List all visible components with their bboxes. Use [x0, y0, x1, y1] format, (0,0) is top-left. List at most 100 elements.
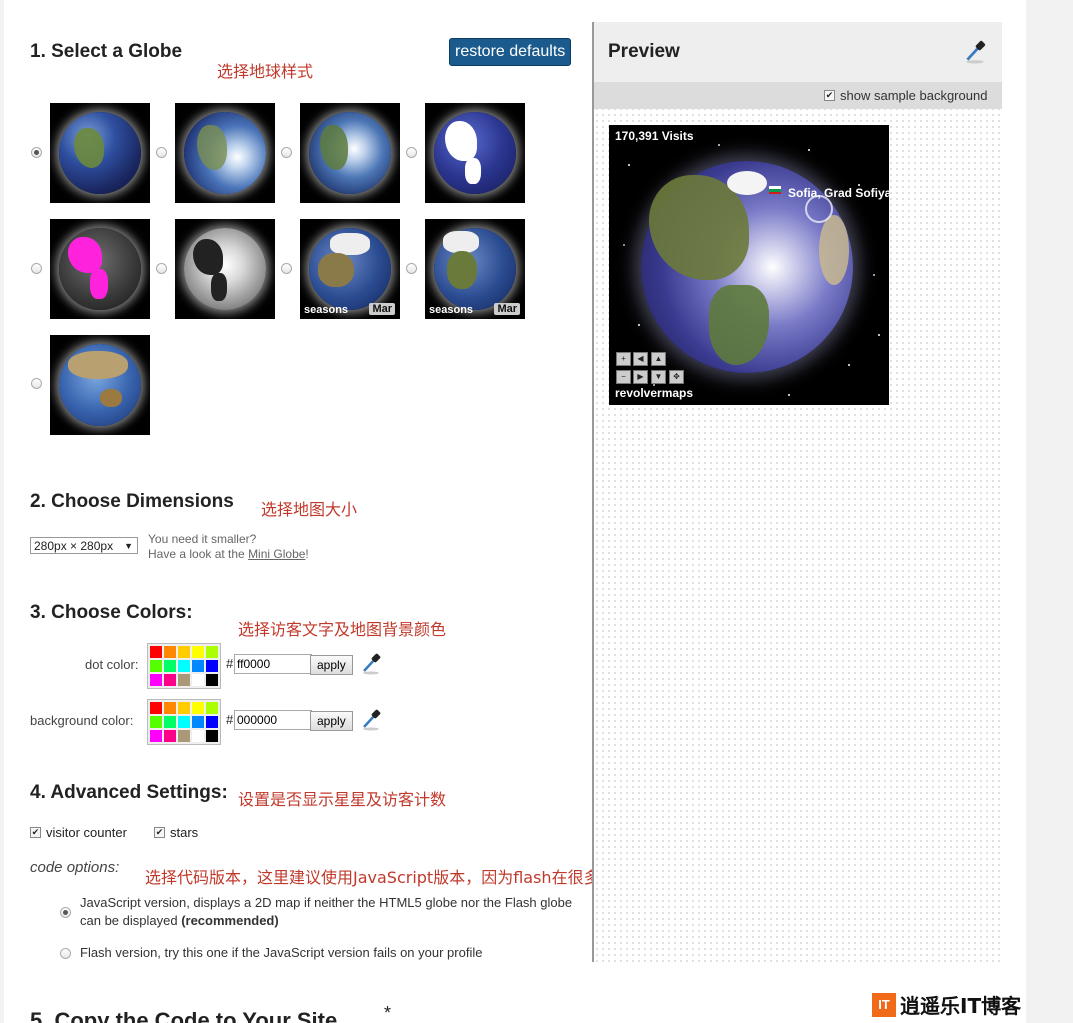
continent-shape	[318, 253, 354, 287]
blog-logo-icon: IT	[872, 992, 896, 1017]
globe-preview-map[interactable]: 170,391 Visits Sofia, Grad Sofiya + ◀ ▲ …	[609, 125, 889, 405]
color-swatch[interactable]	[178, 660, 190, 672]
color-swatch[interactable]	[150, 716, 162, 728]
globe-thumb-earth-asia[interactable]	[50, 335, 150, 435]
color-swatch[interactable]	[178, 730, 190, 742]
globe-radio-8[interactable]	[406, 263, 417, 274]
zoom-out-button[interactable]: −	[616, 370, 631, 384]
color-swatch[interactable]	[164, 716, 176, 728]
mini-globe-link[interactable]: Mini Globe	[248, 547, 305, 561]
globe-thumb-earth-white-land[interactable]	[425, 103, 525, 203]
city-label: Sofia, Grad Sofiya	[788, 186, 889, 200]
visit-counter: 170,391 Visits	[615, 129, 694, 143]
color-swatch[interactable]	[178, 646, 190, 658]
stars-checkbox[interactable]: ✔	[154, 827, 165, 838]
globe-thumb-magenta[interactable]	[50, 219, 150, 319]
background-color-palette[interactable]	[147, 699, 221, 745]
globe-thumb-seasons-2[interactable]: seasons Mar	[425, 219, 525, 319]
color-swatch[interactable]	[164, 730, 176, 742]
continent-shape	[211, 273, 227, 301]
eyedropper-icon[interactable]	[962, 38, 988, 64]
color-swatch[interactable]	[192, 716, 204, 728]
globe-radio-1[interactable]	[31, 147, 42, 158]
globe-radio-4[interactable]	[406, 147, 417, 158]
globe-thumb-earth-lit[interactable]	[175, 103, 275, 203]
color-swatch[interactable]	[164, 674, 176, 686]
recenter-button[interactable]: ✥	[669, 370, 684, 384]
color-swatch[interactable]	[150, 702, 162, 714]
show-background-checkbox[interactable]: ✔	[824, 90, 835, 101]
color-swatch[interactable]	[164, 646, 176, 658]
color-swatch[interactable]	[206, 716, 218, 728]
flash-version-option[interactable]: Flash version, try this one if the JavaS…	[80, 945, 482, 960]
section2-title: 2. Choose Dimensions	[30, 491, 234, 512]
continent-shape	[100, 389, 122, 407]
color-swatch[interactable]	[192, 660, 204, 672]
continent-shape	[330, 233, 370, 255]
color-swatch[interactable]	[178, 702, 190, 714]
globe-radio-6[interactable]	[156, 263, 167, 274]
dimension-select-value: 280px × 280px	[34, 539, 114, 553]
continent-africa	[819, 215, 849, 285]
color-swatch[interactable]	[192, 646, 204, 658]
globe-radio-7[interactable]	[281, 263, 292, 274]
globe-thumb-silver[interactable]	[175, 219, 275, 319]
color-swatch[interactable]	[206, 674, 218, 686]
background-apply-button[interactable]: apply	[310, 711, 353, 731]
globe-radio-5[interactable]	[31, 263, 42, 274]
show-background-label: show sample background	[840, 88, 988, 103]
color-swatch[interactable]	[150, 660, 162, 672]
pan-right-button[interactable]: ▶	[633, 370, 648, 384]
recommended-label: (recommended)	[181, 913, 279, 928]
pan-down-button[interactable]: ▼	[651, 370, 666, 384]
pan-left-button[interactable]: ◀	[633, 352, 648, 366]
color-swatch[interactable]	[192, 730, 204, 742]
color-swatch[interactable]	[206, 646, 218, 658]
eyedropper-icon[interactable]	[359, 651, 383, 675]
continent-greenland	[727, 171, 767, 195]
code-options-label: code options:	[30, 859, 120, 876]
section5-title: 5. Copy the Code to Your Site	[30, 1008, 338, 1023]
globe-radio-2[interactable]	[156, 147, 167, 158]
globe-radio-9[interactable]	[31, 378, 42, 389]
section1-annotation: 选择地球样式	[217, 62, 314, 81]
eyedropper-icon[interactable]	[359, 707, 383, 731]
color-swatch[interactable]	[150, 730, 162, 742]
watermark-text: 逍遥乐IT博客	[900, 994, 1022, 1018]
globe-thumb-seasons-1[interactable]: seasons Mar	[300, 219, 400, 319]
color-swatch[interactable]	[164, 702, 176, 714]
section5-asterisk: *	[384, 1003, 392, 1023]
color-swatch[interactable]	[206, 730, 218, 742]
bulgaria-flag-icon	[769, 186, 781, 194]
color-swatch[interactable]	[192, 674, 204, 686]
globe-radio-3[interactable]	[281, 147, 292, 158]
color-swatch[interactable]	[150, 674, 162, 686]
flash-version-radio[interactable]	[60, 948, 71, 959]
background-color-label: background color:	[30, 713, 134, 728]
color-swatch[interactable]	[150, 646, 162, 658]
pan-up-button[interactable]: ▲	[651, 352, 666, 366]
color-swatch[interactable]	[178, 716, 190, 728]
month-badge: Mar	[369, 303, 395, 315]
preview-header: Preview	[594, 22, 1002, 82]
js-version-radio[interactable]	[60, 907, 71, 918]
section1-title: 1. Select a Globe	[30, 41, 183, 62]
dot-color-palette[interactable]	[147, 643, 221, 689]
dot-hash: #	[226, 656, 234, 671]
dot-apply-button[interactable]: apply	[310, 655, 353, 675]
color-swatch[interactable]	[164, 660, 176, 672]
visitor-counter-checkbox[interactable]: ✔	[30, 827, 41, 838]
chevron-down-icon: ▼	[124, 541, 133, 551]
color-swatch[interactable]	[192, 702, 204, 714]
js-version-option[interactable]: JavaScript version, displays a 2D map if…	[80, 894, 590, 930]
globe-thumb-earth-bright[interactable]	[300, 103, 400, 203]
dot-color-input[interactable]	[234, 654, 312, 674]
color-swatch[interactable]	[206, 660, 218, 672]
background-color-input[interactable]	[234, 710, 312, 730]
color-swatch[interactable]	[206, 702, 218, 714]
restore-defaults-button[interactable]: restore defaults	[449, 38, 572, 66]
dimension-select[interactable]: 280px × 280px ▼	[30, 537, 138, 554]
color-swatch[interactable]	[178, 674, 190, 686]
globe-thumb-earth-dark[interactable]	[50, 103, 150, 203]
zoom-in-button[interactable]: +	[616, 352, 631, 366]
